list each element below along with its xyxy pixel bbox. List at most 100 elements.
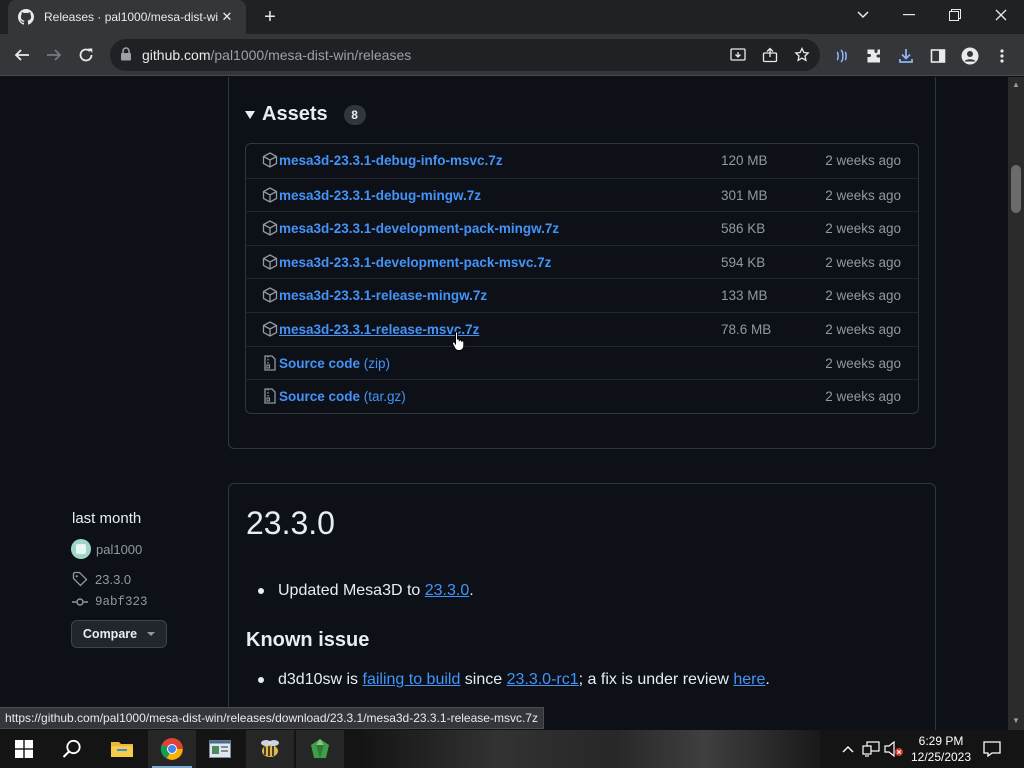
author-name[interactable]: pal1000 (96, 542, 142, 557)
asset-date: 2 weeks ago (825, 389, 901, 405)
file-explorer-icon[interactable] (98, 730, 146, 768)
package-icon (262, 254, 278, 270)
taskbar-wallpaper (360, 730, 820, 768)
release-tag[interactable]: 23.3.0 (72, 571, 131, 587)
asset-size: 301 MB (721, 187, 768, 203)
volume-muted-icon[interactable] (884, 740, 904, 758)
app-window-icon[interactable] (196, 730, 244, 768)
rc1-link[interactable]: 23.3.0-rc1 (507, 671, 579, 688)
avatar (71, 539, 91, 559)
asset-date: 2 weeks ago (825, 288, 901, 304)
scroll-down-icon[interactable]: ▼ (1012, 716, 1020, 725)
asset-download-link[interactable]: mesa3d-23.3.1-debug-info-msvc.7z (279, 153, 503, 168)
here-link[interactable]: here (733, 671, 765, 688)
minimize-icon[interactable] (886, 0, 932, 30)
compare-button[interactable]: Compare (71, 620, 167, 648)
share-icon[interactable] (760, 45, 780, 65)
assets-heading: Assets (262, 103, 328, 125)
extensions-icon[interactable] (863, 45, 885, 67)
asset-download-link[interactable]: Source code (zip) (279, 356, 390, 371)
search-icon[interactable] (48, 730, 96, 768)
system-clock[interactable]: 6:29 PM 12/25/2023 (906, 733, 976, 765)
asset-date: 2 weeks ago (825, 153, 901, 168)
menu-kebab-icon[interactable] (991, 45, 1013, 67)
back-icon[interactable] (10, 43, 34, 67)
asset-download-link[interactable]: mesa3d-23.3.1-development-pack-mingw.7z (279, 221, 559, 236)
release-author[interactable]: pal1000 (71, 539, 142, 559)
asset-download-link[interactable]: Source code (tar.gz) (279, 389, 406, 404)
notifications-icon[interactable] (982, 740, 1002, 758)
install-app-icon[interactable] (728, 45, 748, 65)
assets-count-badge: 8 (343, 104, 366, 125)
asset-row: mesa3d-23.3.1-release-msvc.7z 78.6 MB 2 we… (246, 311, 918, 346)
asset-row: mesa3d-23.3.1-development-pack-msvc.7z 59… (246, 244, 918, 279)
version-link[interactable]: 23.3.0 (425, 582, 469, 599)
close-window-icon[interactable] (978, 0, 1024, 30)
tab-strip: Releases · pal1000/mesa-dist-win ✕ + (0, 0, 1024, 34)
side-panel-icon[interactable] (927, 45, 949, 67)
file-zip-icon (262, 388, 278, 404)
package-icon (262, 152, 278, 168)
asset-row: mesa3d-23.3.1-debug-mingw.7z 301 MB 2 week… (246, 177, 918, 212)
downloads-icon[interactable] (895, 45, 917, 67)
asset-date: 2 weeks ago (825, 254, 901, 270)
page-content: Assets 8 mesa3d-23.3.1-debug-info-msvc.7… (0, 77, 1008, 730)
forward-icon[interactable] (42, 43, 66, 67)
asset-size: 594 KB (721, 254, 766, 270)
restore-icon[interactable] (932, 0, 978, 30)
lock-icon[interactable] (120, 47, 132, 66)
asset-download-link[interactable]: mesa3d-23.3.1-release-msvc.7z (279, 322, 479, 337)
asset-date: 2 weeks ago (825, 355, 901, 371)
chrome-icon[interactable] (148, 730, 196, 768)
bee-app-icon[interactable] (246, 730, 294, 768)
new-tab-button[interactable]: + (258, 7, 282, 29)
tab-search-icon[interactable] (840, 0, 886, 30)
chevron-up-icon[interactable] (838, 740, 858, 758)
network-icon[interactable] (861, 740, 881, 758)
link-status-bar: https://github.com/pal1000/mesa-dist-win… (0, 707, 544, 729)
scroll-thumb[interactable] (1011, 165, 1021, 213)
package-icon (262, 220, 278, 236)
asset-row: mesa3d-23.3.1-development-pack-mingw.7z 5… (246, 211, 918, 245)
browser-tab-releases[interactable]: Releases · pal1000/mesa-dist-win ✕ (8, 0, 246, 34)
release-commit[interactable]: 9abf323 (72, 594, 148, 610)
asset-list: mesa3d-23.3.1-debug-info-msvc.7z 120 MB 2 … (245, 143, 919, 414)
asset-size: 120 MB (721, 153, 768, 168)
release-note-1: Updated Mesa3D to 23.3.0. (278, 582, 474, 599)
disclosure-triangle-icon (245, 110, 255, 119)
asset-download-link[interactable]: mesa3d-23.3.1-debug-mingw.7z (279, 188, 481, 203)
chevron-down-icon (147, 632, 156, 636)
asset-date: 2 weeks ago (825, 187, 901, 203)
tab-close-icon[interactable]: ✕ (218, 9, 236, 25)
page-scrollbar[interactable]: ▲ ▼ (1008, 77, 1024, 730)
asset-size: 78.6 MB (721, 321, 772, 337)
url-text[interactable]: github.com/pal1000/mesa-dist-win/release… (142, 47, 411, 63)
address-bar[interactable]: github.com/pal1000/mesa-dist-win/release… (110, 39, 820, 71)
release-title[interactable]: 23.3.0 (246, 505, 335, 542)
commit-icon (72, 598, 88, 606)
package-icon (262, 287, 278, 304)
gem-app-icon[interactable] (296, 730, 344, 768)
github-icon (18, 9, 34, 25)
hand-cursor-icon (451, 331, 465, 351)
known-issue-heading: Known issue (246, 629, 370, 651)
windows-start-icon[interactable] (0, 730, 48, 768)
browser-toolbar: github.com/pal1000/mesa-dist-win/release… (0, 34, 1024, 76)
read-aloud-icon[interactable] (831, 45, 853, 67)
tab-title: Releases · pal1000/mesa-dist-win (44, 10, 218, 24)
tag-icon (72, 571, 88, 587)
package-icon (262, 186, 278, 203)
asset-date: 2 weeks ago (825, 221, 901, 237)
screen: Releases · pal1000/mesa-dist-win ✕ + git… (0, 0, 1024, 768)
assets-toggle[interactable]: Assets 8 (245, 103, 366, 126)
asset-size: 586 KB (721, 221, 766, 237)
file-zip-icon (262, 354, 278, 371)
profile-icon[interactable] (959, 45, 981, 67)
asset-download-link[interactable]: mesa3d-23.3.1-release-mingw.7z (279, 288, 487, 303)
scroll-up-icon[interactable]: ▲ (1012, 80, 1020, 89)
failing-to-build-link[interactable]: failing to build (363, 671, 461, 688)
asset-download-link[interactable]: mesa3d-23.3.1-development-pack-msvc.7z (279, 255, 551, 270)
package-icon (262, 321, 278, 337)
bookmark-star-icon[interactable] (792, 45, 812, 65)
reload-icon[interactable] (74, 43, 98, 67)
